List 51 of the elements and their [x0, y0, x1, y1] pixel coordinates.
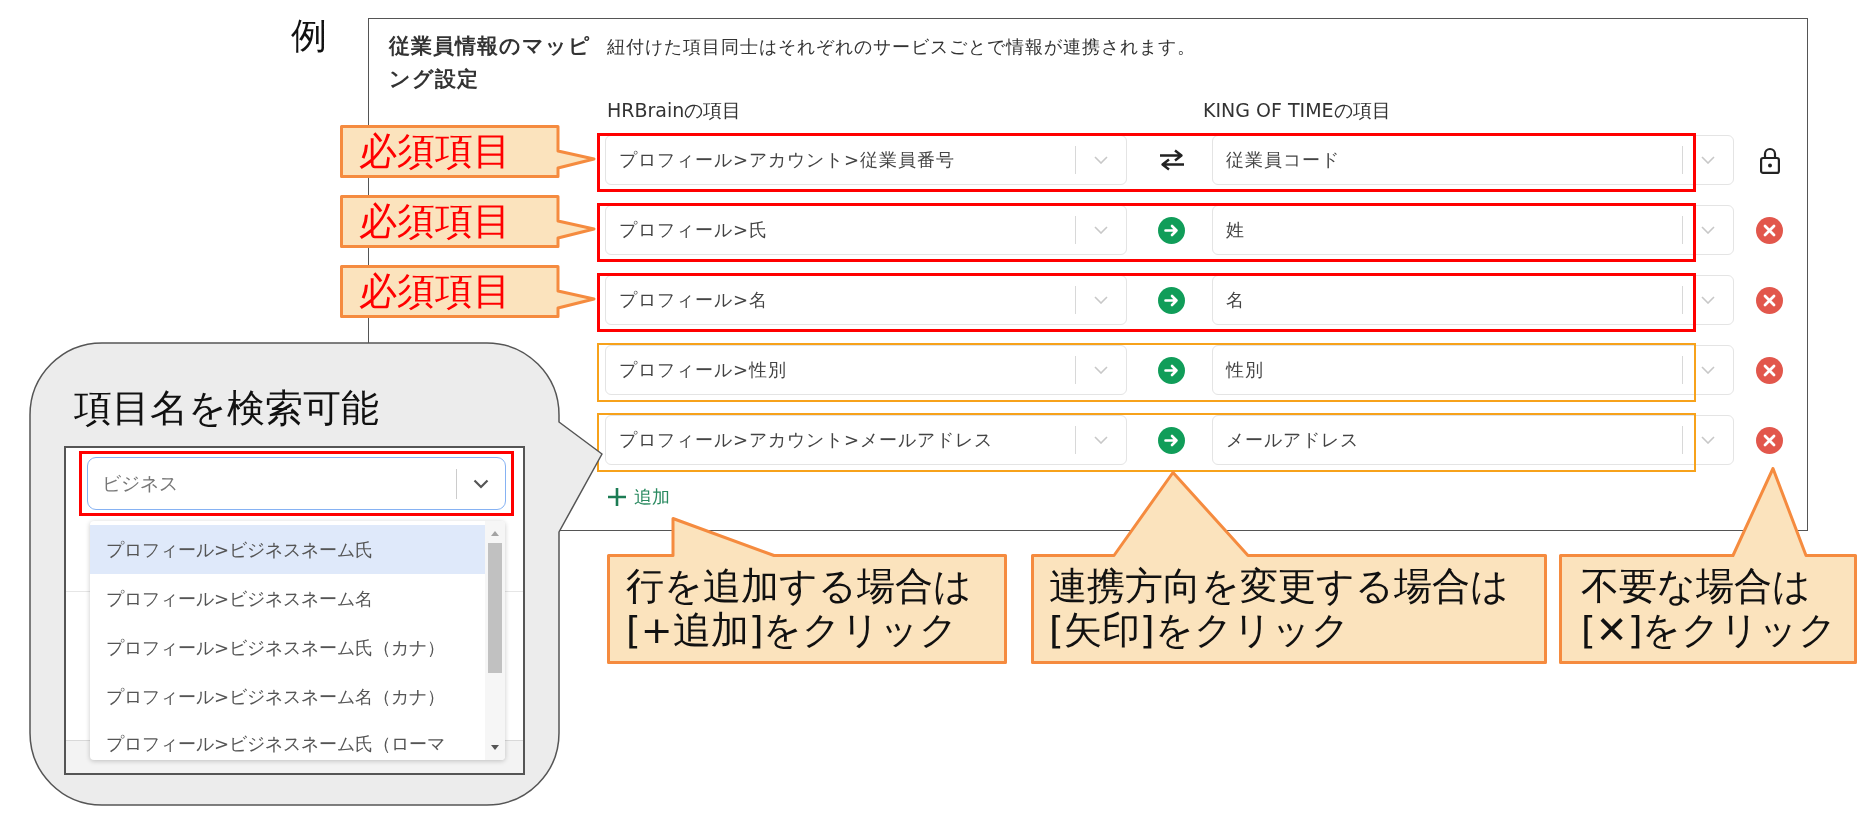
column-header: KING OF TIMEの項目 — [1203, 98, 1391, 123]
dropdown-option[interactable]: プロフィール>ビジネスネーム名（カナ） — [90, 672, 485, 721]
chevron-down-icon — [1094, 366, 1108, 374]
chevron-down-icon — [1094, 226, 1108, 234]
dropdown-option[interactable]: プロフィール>ビジネスネーム名 — [90, 574, 485, 623]
annotation-callout: 行を追加する場合は [+追加]をクリック — [607, 517, 1007, 664]
dropdown-option[interactable]: プロフィール>ビジネスネーム氏 — [90, 525, 485, 574]
required-tag: 必須項目 — [340, 265, 597, 318]
target-select[interactable]: メールアドレス — [1212, 415, 1734, 465]
arrow-circle-icon[interactable] — [1158, 216, 1185, 244]
callout-title: 項目名を検索可能 — [74, 386, 379, 430]
source-select[interactable]: プロフィール>アカウント>メールアドレス — [605, 415, 1127, 465]
chevron-down-icon — [1701, 296, 1715, 304]
column-header: HRBrainの項目 — [607, 98, 742, 123]
dropdown-option[interactable]: プロフィール>ビジネスネーム氏（カナ） — [90, 623, 485, 672]
target-select[interactable]: 従業員コード — [1212, 135, 1734, 185]
annotation-callout: 連携方向を変更する場合は [矢印]をクリック — [1031, 471, 1547, 664]
required-tag: 必須項目 — [340, 125, 597, 178]
chevron-down-icon — [1094, 436, 1108, 444]
chevron-down-icon — [1094, 156, 1108, 164]
source-select[interactable]: プロフィール>アカウント>従業員番号 — [605, 135, 1127, 185]
arrow-circle-icon[interactable] — [1158, 356, 1185, 384]
arrow-circle-icon[interactable] — [1158, 426, 1185, 454]
required-tag: 必須項目 — [340, 195, 597, 248]
chevron-down-icon — [1094, 296, 1108, 304]
x-circle-icon[interactable] — [1756, 286, 1783, 314]
add-button[interactable]: 追加 — [605, 485, 672, 509]
search-field[interactable]: ビジネス — [87, 457, 506, 510]
arrow-circle-icon[interactable] — [1158, 286, 1185, 314]
plus-icon — [608, 488, 626, 506]
x-circle-icon[interactable] — [1756, 356, 1783, 384]
chevron-down-icon — [1701, 436, 1715, 444]
chevron-down-icon — [1701, 226, 1715, 234]
scrollbar[interactable] — [485, 521, 505, 760]
chevron-down-icon — [1701, 156, 1715, 164]
x-circle-icon[interactable] — [1756, 426, 1783, 454]
source-select[interactable]: プロフィール>氏 — [605, 205, 1127, 255]
source-select[interactable]: プロフィール>性別 — [605, 345, 1127, 395]
chevron-down-icon — [473, 478, 489, 489]
panel-description: 紐付けた項目同士はそれぞれのサービスごとで情報が連携されます。 — [607, 35, 1196, 59]
dropdown-option[interactable]: プロフィール>ビジネスネーム氏（ローマ — [90, 721, 485, 758]
annotation-callout: 不要な場合は [✕]をクリック — [1559, 467, 1857, 664]
target-select[interactable]: 性別 — [1212, 345, 1734, 395]
target-select[interactable]: 名 — [1212, 275, 1734, 325]
example-label: 例 — [291, 18, 328, 54]
x-circle-icon[interactable] — [1756, 216, 1783, 244]
swap-arrows-icon[interactable] — [1157, 149, 1186, 171]
source-select[interactable]: プロフィール>名 — [605, 275, 1127, 325]
chevron-down-icon — [1701, 366, 1715, 374]
target-select[interactable]: 姓 — [1212, 205, 1734, 255]
panel-title: 従業員情報のマッピング設定 — [389, 33, 592, 93]
